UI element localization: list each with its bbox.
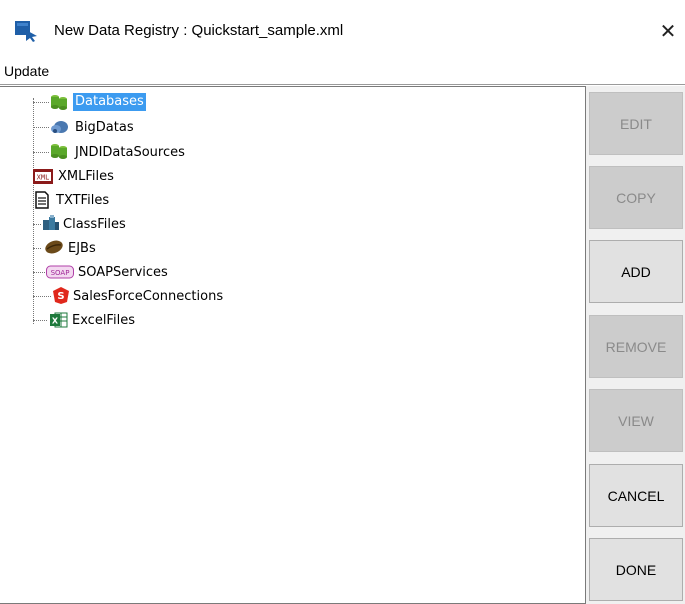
excel-file-icon: X [50,312,68,328]
menu-bar: Update [0,58,685,85]
action-button-panel: EDIT COPY ADD REMOVE VIEW CANCEL DONE [586,86,685,604]
add-button[interactable]: ADD [589,240,683,303]
view-button[interactable]: VIEW [589,389,683,452]
tree-branch-line [33,320,47,321]
tree-node-databases[interactable]: Databases [0,92,400,116]
tree-node-label: ExcelFiles [72,313,135,328]
tree-node-jndidatasources[interactable]: JNDIDataSources [0,142,400,166]
tree-node-soapservices[interactable]: SOAP SOAPServices [0,262,400,286]
tree-branch-line [33,272,45,273]
svg-text:S: S [57,291,64,302]
tree-node-label: ClassFiles [63,217,126,232]
txt-file-icon [35,191,49,209]
tree-node-excelfiles[interactable]: X ExcelFiles [0,310,400,334]
class-file-icon [43,215,59,230]
xml-file-icon: XML [33,169,53,184]
tree-branch-line [33,152,49,153]
tree-node-bigdatas[interactable]: BigDatas [0,117,400,141]
tree-branch-line [33,296,51,297]
remove-button[interactable]: REMOVE [589,315,683,378]
tree-node-txtfiles[interactable]: TXTFiles [0,190,400,214]
title-bar: New Data Registry : Quickstart_sample.xm… [0,0,685,58]
copy-button[interactable]: COPY [589,166,683,229]
tree-node-label: EJBs [68,241,96,256]
window-title: New Data Registry : Quickstart_sample.xm… [54,22,344,39]
data-registry-app-icon [15,21,37,42]
tree-node-label: Databases [73,93,146,111]
tree-node-classfiles[interactable]: ClassFiles [0,214,400,238]
cancel-button[interactable]: CANCEL [589,464,683,527]
tree-node-label: JNDIDataSources [75,145,185,160]
tree-branch-line [33,102,49,103]
tree-node-salesforceconnections[interactable]: S SalesForceConnections [0,286,400,310]
soap-service-icon: SOAP [46,265,74,279]
tree-node-label: SOAPServices [78,265,168,280]
bigdata-icon [51,121,68,133]
close-icon: ✕ [659,19,677,43]
tree-node-label: XMLFiles [58,169,114,184]
tree-node-label: BigDatas [75,120,134,135]
done-button[interactable]: DONE [589,538,683,601]
tree-node-label: SalesForceConnections [73,289,224,304]
tree-node-ejbs[interactable]: EJBs [0,238,400,262]
database-icon [51,95,67,110]
menu-update[interactable]: Update [4,61,49,81]
salesforce-icon: S [53,287,69,304]
ejb-icon [45,240,63,254]
tree-branch-line [33,224,41,225]
edit-button[interactable]: EDIT [589,92,683,155]
tree-node-label: TXTFiles [56,193,110,208]
tree-branch-line [33,127,49,128]
svg-text:XML: XML [37,174,50,182]
tree-branch-line [33,248,41,249]
svg-text:X: X [52,317,59,326]
tree-node-xmlfiles[interactable]: XML XMLFiles [0,166,400,190]
close-button[interactable]: ✕ [654,16,682,46]
jndi-datasource-icon [51,144,67,159]
svg-text:SOAP: SOAP [51,269,70,277]
